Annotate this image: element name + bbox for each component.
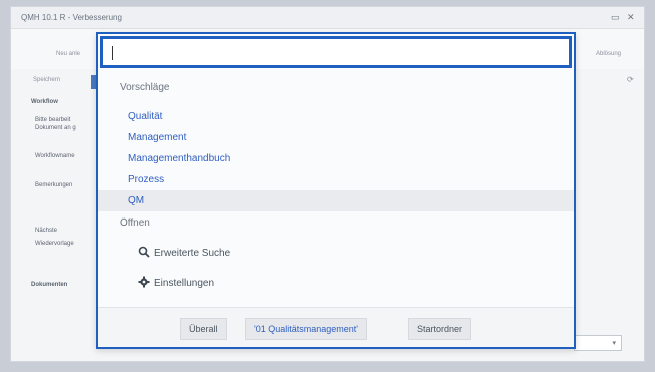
workflow-name-label: Workflowname: [35, 153, 75, 159]
suggestion-item-selected[interactable]: QM: [98, 190, 574, 211]
scope-everywhere-button[interactable]: Überall: [180, 318, 227, 340]
text-caret: [112, 46, 113, 60]
scope-quality-management-button[interactable]: '01 Qualitätsmanagement': [245, 318, 367, 340]
gear-icon: [138, 276, 150, 288]
scope-footer: Überall '01 Qualitätsmanagement' Startor…: [98, 307, 574, 347]
window-titlebar: QMH 10.1 R - Verbesserung ▭ ✕: [11, 7, 644, 29]
suggestion-item[interactable]: Managementhandbuch: [98, 148, 574, 169]
scope-start-folder-button[interactable]: Startordner: [408, 318, 472, 340]
toolbar-new-label[interactable]: Neu anle: [56, 51, 80, 57]
suggestion-item[interactable]: Prozess: [98, 169, 574, 190]
close-icon[interactable]: ✕: [627, 12, 635, 23]
refresh-icon[interactable]: ⟳: [627, 75, 634, 84]
search-input[interactable]: [100, 36, 572, 68]
suggestion-item[interactable]: Management: [98, 127, 574, 148]
workflow-heading[interactable]: Workflow: [31, 99, 58, 105]
window-title: QMH 10.1 R - Verbesserung: [21, 13, 122, 22]
settings-label: Einstellungen: [154, 278, 215, 289]
minimize-icon[interactable]: ▭: [611, 12, 620, 23]
suggestions-label: Vorschläge: [120, 82, 170, 93]
advanced-search-item[interactable]: Erweiterte Suche: [98, 242, 574, 266]
open-label: Öffnen: [120, 218, 150, 229]
settings-item[interactable]: Einstellungen: [98, 272, 574, 296]
search-dropdown: Vorschläge Qualität Management Managemen…: [96, 32, 576, 349]
documents-heading[interactable]: Dokumenten: [31, 282, 67, 288]
search-icon: [138, 246, 150, 258]
advanced-search-label: Erweiterte Suche: [154, 248, 231, 259]
workflow-text-1: Bitte bearbeit: [35, 117, 71, 123]
next-label: Nächste: [35, 228, 58, 234]
comments-label: Bemerkungen: [35, 182, 73, 188]
suggestion-item[interactable]: Qualität: [98, 106, 574, 127]
toolbar-replace-label[interactable]: Ablösung: [596, 51, 621, 57]
workflow-text-2: Dokument an g: [35, 125, 76, 131]
save-label[interactable]: Speichern: [33, 77, 60, 83]
resubmission-label: Wiedervorlage: [35, 241, 74, 247]
background-select[interactable]: ▾: [574, 335, 622, 351]
